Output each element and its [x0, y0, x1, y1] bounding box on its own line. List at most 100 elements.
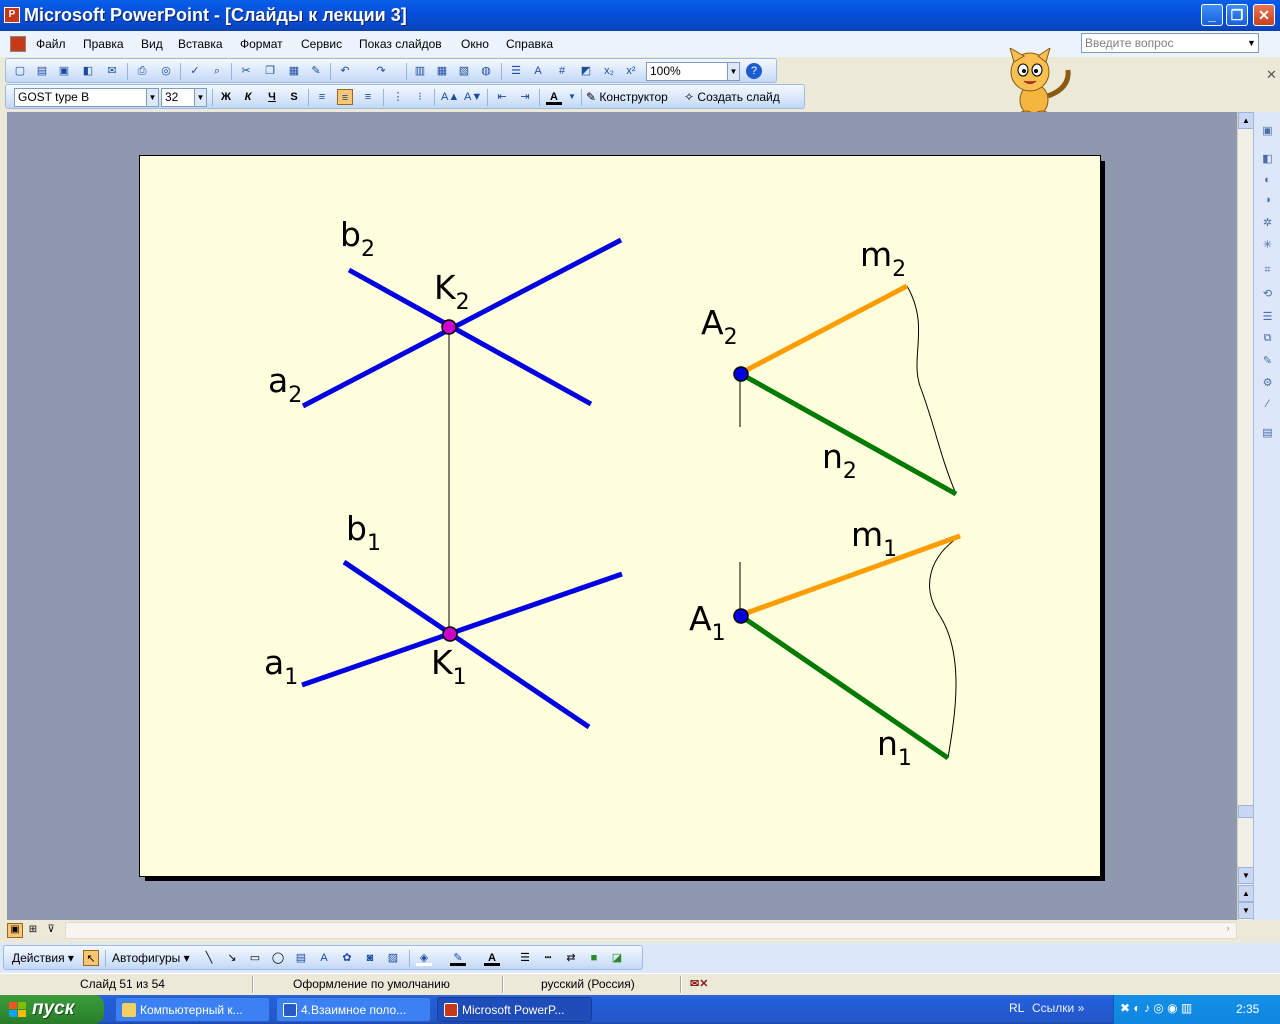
office-assistant-cat[interactable] — [990, 48, 1076, 118]
increase-font-icon[interactable]: A▲ — [441, 89, 459, 105]
chart-icon[interactable]: ▥ — [412, 63, 428, 79]
format-picture-icon[interactable]: ⚙ — [1260, 376, 1275, 391]
horizontal-scrollbar[interactable]: › — [65, 922, 1237, 939]
menu-view[interactable]: Вид — [141, 37, 163, 51]
redo-icon[interactable]: ↷ — [373, 63, 389, 79]
dash-style-icon[interactable]: ┅ — [540, 950, 556, 966]
transparent-color-icon[interactable]: ⁄ — [1260, 398, 1275, 413]
scroll-right-icon[interactable]: › — [1220, 923, 1236, 938]
font-select[interactable]: GOST type B — [14, 88, 154, 107]
brightness-less-icon[interactable]: ✳ — [1260, 238, 1275, 253]
permission-icon[interactable]: ◧ — [80, 63, 96, 79]
insert-image-icon[interactable]: ▨ — [385, 950, 401, 966]
underline-button[interactable]: Ч — [264, 89, 280, 105]
expand-all-icon[interactable]: ☰ — [508, 63, 524, 79]
minimize-button[interactable]: _ — [1201, 4, 1223, 26]
arrow-tool-icon[interactable]: ↘ — [224, 950, 240, 966]
task-word[interactable]: 4.Взаимное поло... — [276, 997, 431, 1022]
research-icon[interactable]: ⌕ — [209, 63, 225, 79]
bold-button[interactable]: Ж — [218, 89, 234, 105]
recolor-icon[interactable]: ✎ — [1260, 354, 1275, 369]
clipart-icon[interactable]: ◙ — [362, 950, 378, 966]
chevron-down-icon[interactable]: ▼ — [727, 62, 740, 81]
menu-format[interactable]: Формат — [240, 37, 283, 51]
slideshow-view-icon[interactable]: ⊽ — [43, 923, 59, 938]
menu-edit[interactable]: Правка — [83, 37, 124, 51]
new-icon[interactable]: ▢ — [12, 63, 28, 79]
designer-button[interactable]: ✎ Конструктор — [586, 90, 668, 104]
line-style-icon[interactable]: ☰ — [1260, 310, 1275, 325]
superscript-icon[interactable]: x² — [623, 63, 639, 79]
select-pointer-icon[interactable]: ↖ — [83, 950, 99, 966]
arrow-style-icon[interactable]: ⇄ — [563, 950, 579, 966]
oval-tool-icon[interactable]: ◯ — [270, 950, 286, 966]
font-color-icon[interactable]: A — [546, 89, 562, 105]
save-icon[interactable]: ▣ — [56, 63, 72, 79]
maximize-button[interactable]: ❐ — [1226, 4, 1248, 26]
menu-help[interactable]: Справка — [506, 37, 553, 51]
format-painter-icon[interactable]: ✎ — [308, 63, 324, 79]
fill-color-icon[interactable]: ◈ — [416, 950, 432, 966]
textbox-icon[interactable]: ▤ — [293, 950, 309, 966]
vertical-scrollbar[interactable]: ▲ ▼ ▲ ▼ — [1237, 112, 1254, 920]
help-search-input[interactable]: Введите вопрос — [1081, 33, 1259, 53]
tray-icons[interactable]: ✖ ◐ ♪ ◎ ◉ ▥ — [1120, 1001, 1192, 1015]
color-grayscale-icon[interactable]: ◩ — [578, 63, 594, 79]
decrease-indent-icon[interactable]: ⇤ — [494, 89, 510, 105]
crop-icon[interactable]: ⌗ — [1260, 264, 1275, 279]
chevron-down-icon[interactable]: ▼ — [194, 88, 207, 107]
decrease-font-icon[interactable]: A▼ — [464, 89, 482, 105]
email-icon[interactable]: ✉ — [104, 63, 120, 79]
close-button[interactable]: ✕ — [1253, 4, 1275, 26]
spelling-status-icon[interactable]: ✉✕ — [690, 977, 708, 990]
reset-picture-icon[interactable]: ▤ — [1260, 426, 1275, 441]
align-left-icon[interactable]: ≡ — [314, 89, 330, 105]
compress-icon[interactable]: ⧉ — [1260, 332, 1275, 347]
slide-sorter-icon[interactable]: ⊞ — [25, 923, 41, 938]
contrast-less-icon[interactable]: ◑ — [1260, 194, 1275, 209]
increase-indent-icon[interactable]: ⇥ — [517, 89, 533, 105]
chevron-down-icon[interactable]: ▼ — [564, 89, 580, 105]
show-formatting-icon[interactable]: A — [530, 63, 546, 79]
image-color-icon[interactable]: ◧ — [1260, 152, 1275, 167]
spelling-icon[interactable]: ✓ — [187, 63, 203, 79]
help-icon[interactable]: ? — [746, 63, 762, 79]
table-icon[interactable]: ▦ — [434, 63, 450, 79]
normal-view-icon[interactable]: ▣ — [7, 923, 23, 938]
powerpoint-icon[interactable]: P — [4, 7, 20, 23]
menu-insert[interactable]: Вставка — [178, 37, 223, 51]
align-center-icon[interactable]: ≡ — [337, 89, 353, 105]
scroll-thumb[interactable] — [1238, 805, 1254, 818]
contrast-icon[interactable]: ◐ — [1260, 174, 1275, 189]
menu-file[interactable]: Файл — [36, 37, 66, 51]
line-color-icon[interactable]: ✎ — [450, 950, 466, 966]
autoshapes-menu[interactable]: Автофигуры ▾ — [112, 951, 190, 965]
hyperlink-icon[interactable]: ◍ — [478, 63, 494, 79]
preview-icon[interactable]: ◎ — [158, 63, 174, 79]
actions-menu[interactable]: Действия ▾ — [12, 951, 74, 965]
menu-tools[interactable]: Сервис — [301, 37, 342, 51]
numbering-icon[interactable]: ⋮ — [390, 89, 406, 105]
task-folder[interactable]: Компьютерный к... — [115, 997, 270, 1022]
document-close-icon[interactable]: ✕ — [1266, 67, 1277, 83]
diagram-icon[interactable]: ✿ — [339, 950, 355, 966]
line-style-icon[interactable]: ☰ — [517, 950, 533, 966]
previous-slide-icon[interactable]: ▲ — [1238, 885, 1254, 902]
slide-canvas[interactable]: b2 K2 a2 b1 K1 a1 m2 A2 n2 m1 A1 n1 — [139, 155, 1101, 877]
chevron-down-icon[interactable]: ▼ — [146, 88, 159, 107]
align-right-icon[interactable]: ≡ — [360, 89, 376, 105]
chevron-down-icon[interactable]: ▼ — [1247, 38, 1256, 48]
grid-icon[interactable]: # — [554, 63, 570, 79]
task-powerpoint[interactable]: Microsoft PowerP... — [437, 997, 592, 1022]
rotate-icon[interactable]: ⟲ — [1260, 287, 1275, 302]
italic-button[interactable]: К — [240, 89, 256, 105]
language-indicator[interactable]: RL — [1009, 1001, 1024, 1015]
links-toolbar[interactable]: Ссылки » — [1032, 1001, 1084, 1015]
wordart-icon[interactable]: A — [316, 950, 332, 966]
new-slide-button[interactable]: ✧ Создать слайд — [684, 90, 780, 104]
copy-icon[interactable]: ❐ — [262, 63, 278, 79]
start-button[interactable]: пуск — [0, 995, 104, 1024]
scroll-down-icon[interactable]: ▼ — [1238, 867, 1254, 884]
menu-slideshow[interactable]: Показ слайдов — [359, 37, 442, 51]
menu-window[interactable]: Окно — [461, 37, 489, 51]
